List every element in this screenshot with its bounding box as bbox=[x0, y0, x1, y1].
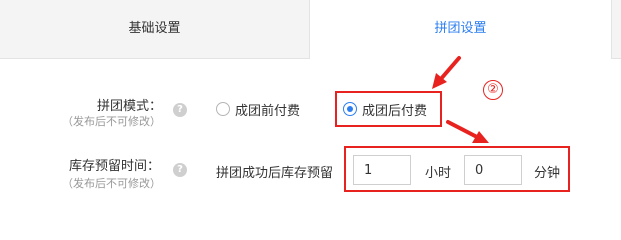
annotation-arrows bbox=[432, 56, 489, 143]
group-buy-settings-page: 基础设置 拼团设置 拼团模式： （发布后不可修改） ? 成团前付费 成团后付费 … bbox=[0, 0, 621, 205]
arrow-to-radio-shaft bbox=[438, 56, 461, 82]
arrow-to-reserve-shaft bbox=[446, 120, 479, 139]
